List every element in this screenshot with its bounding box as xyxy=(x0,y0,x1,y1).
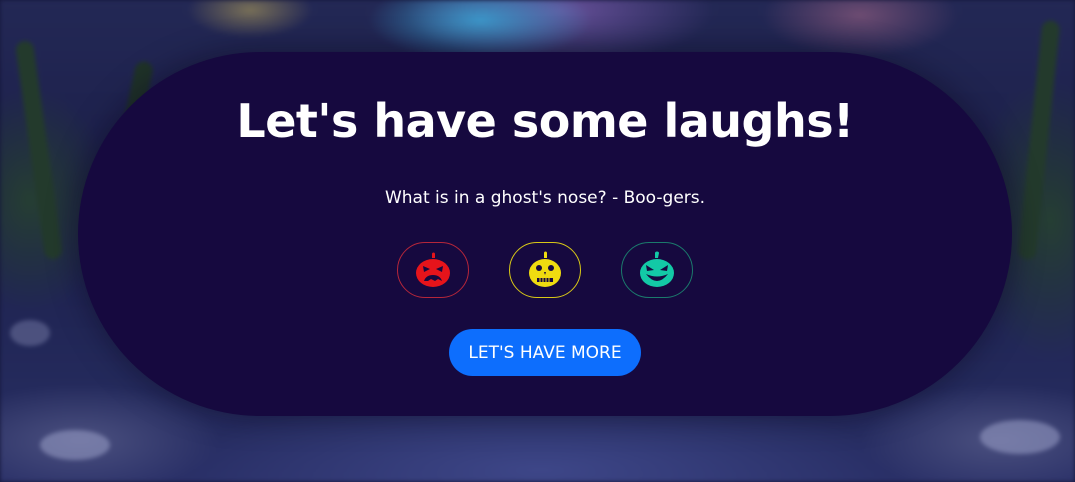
page-title: Let's have some laughs! xyxy=(236,94,854,148)
rock xyxy=(40,430,110,460)
corn-stalk xyxy=(1017,19,1061,261)
joke-text: What is in a ghost's nose? - Boo-gers. xyxy=(384,188,706,208)
more-jokes-button[interactable]: LET'S HAVE MORE xyxy=(449,329,641,376)
joke-panel: Let's have some laughs! What is in a gho… xyxy=(78,52,1012,416)
neutral-pumpkin-button[interactable] xyxy=(509,242,581,298)
laughing-pumpkin-button[interactable] xyxy=(621,242,693,298)
rock xyxy=(980,420,1060,454)
corn-stalk xyxy=(14,39,64,261)
neutral-pumpkin-icon xyxy=(525,250,565,290)
angry-pumpkin-icon xyxy=(413,250,453,290)
angry-pumpkin-button[interactable] xyxy=(397,242,469,298)
rating-buttons xyxy=(78,242,1012,298)
rock xyxy=(10,320,50,346)
laughing-pumpkin-icon xyxy=(637,250,677,290)
